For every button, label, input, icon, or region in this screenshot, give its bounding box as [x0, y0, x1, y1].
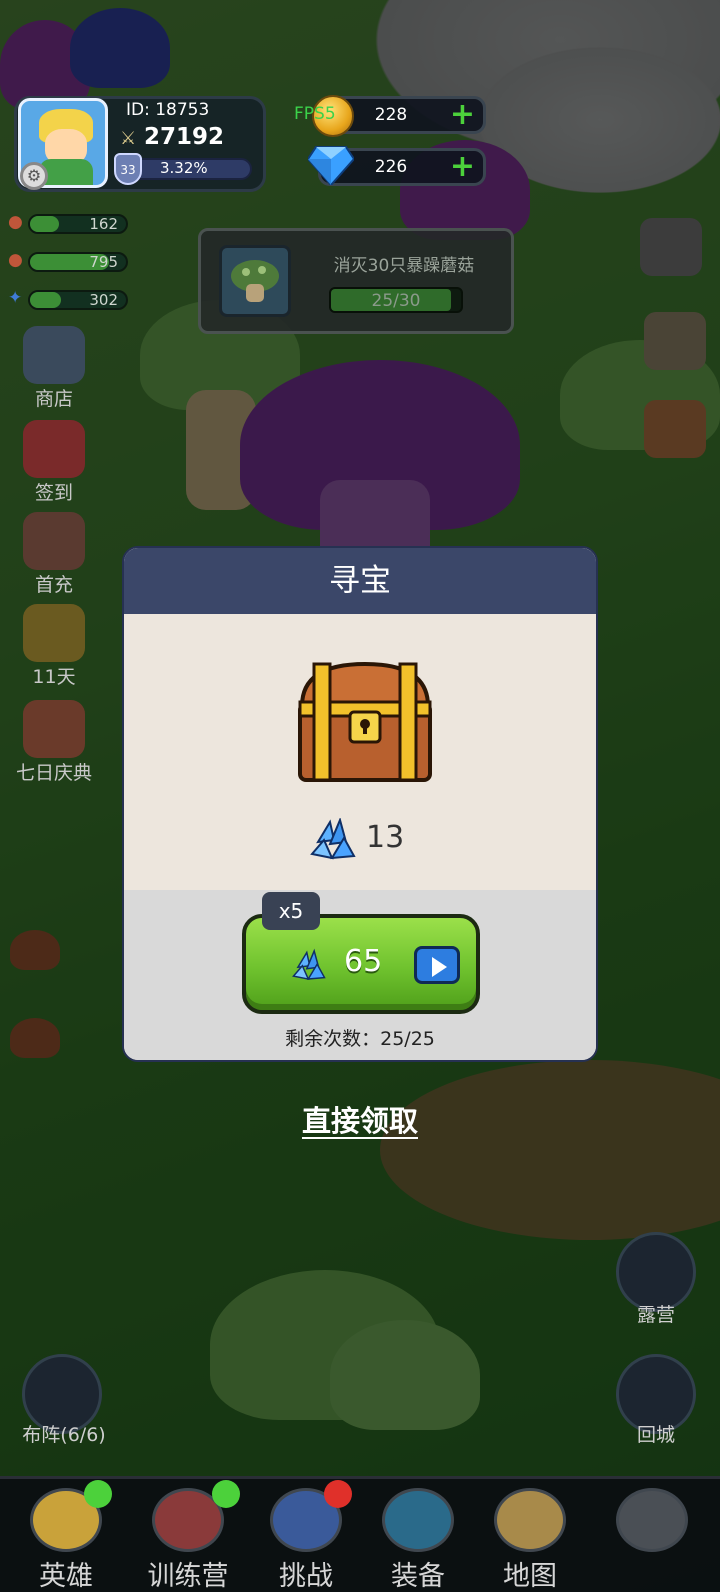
stat-value-3: 302 — [89, 291, 118, 309]
left-menu-label: 商店 — [34, 388, 73, 410]
left-menu-shop[interactable]: 商店 — [6, 326, 102, 411]
archer-icon — [23, 512, 85, 570]
quest-progress-value: 25/30 — [371, 291, 421, 311]
tab-hero[interactable]: 英雄 — [10, 1480, 122, 1592]
left-menu-label: 首充 — [34, 574, 73, 596]
tab-map[interactable]: 地图 — [474, 1488, 586, 1592]
stat-value-1: 162 — [89, 215, 118, 233]
crossed-swords-icon: ⚔ — [120, 128, 137, 149]
stat-fill — [30, 292, 61, 308]
exp-percent: 3.32% — [160, 159, 208, 177]
stat-bar-1: 162 — [28, 214, 128, 234]
player-id: ID: 18753 — [126, 100, 210, 120]
tab-label: 训练营 — [147, 1561, 229, 1592]
add-gems-button[interactable]: + — [450, 152, 475, 182]
upgrade-badge-icon — [84, 1480, 112, 1508]
button-amount: 65 — [344, 944, 383, 979]
left-menu-first-recharge[interactable]: 首充 — [6, 512, 102, 597]
level-badge: 33 — [114, 153, 142, 185]
meat-icon: ● — [8, 212, 23, 232]
crystal-icon: ✦ — [8, 288, 23, 308]
remaining-count: 剩余次数：25/25 — [285, 1028, 435, 1050]
stat-value-2: 795 — [89, 253, 118, 271]
wood-icon: ● — [8, 250, 23, 270]
settings-gear-icon[interactable]: ⚙ — [20, 162, 48, 190]
pot-icon — [382, 1488, 454, 1552]
tab-challenge[interactable]: 挑战 — [250, 1480, 362, 1592]
task-checklist-icon[interactable] — [640, 218, 702, 276]
quest-panel[interactable]: 消灭30只暴躁蘑菇 25/30 — [198, 228, 514, 334]
tab-locked[interactable] — [596, 1488, 708, 1592]
present-icon — [23, 700, 85, 758]
locked-icon — [616, 1488, 688, 1552]
tab-equipment[interactable]: 装备 — [362, 1488, 474, 1592]
treasure-chest-icon — [298, 661, 432, 782]
left-menu-label: 11天 — [32, 666, 76, 688]
stat-bar-2: 795 — [28, 252, 128, 272]
left-menu-11-days[interactable]: 11天 — [6, 604, 102, 689]
direct-claim-link[interactable]: 直接领取 — [270, 1098, 450, 1140]
fps-counter: FPS5 — [294, 104, 336, 124]
mushroom-quest-icon — [219, 245, 291, 317]
combat-power: 27192 — [144, 124, 225, 150]
gift-icon — [23, 420, 85, 478]
blue-crystal-icon — [310, 818, 356, 860]
quest-progress-bar: 25/30 — [329, 287, 463, 313]
video-play-icon — [414, 946, 460, 984]
add-gold-button[interactable]: + — [450, 100, 475, 130]
stat-bar-3: 302 — [28, 290, 128, 310]
tab-label: 地图 — [503, 1561, 557, 1592]
tab-label: 装备 — [391, 1561, 445, 1592]
left-menu-signin[interactable]: 签到 — [6, 420, 102, 505]
treasure-dialog: 寻宝 13 65 x5 剩余次数：25/25 — [122, 546, 598, 1062]
notification-dot — [324, 1480, 352, 1508]
left-menu-seven-day[interactable]: 七日庆典 — [6, 700, 102, 785]
reward-amount: 13 — [366, 820, 405, 855]
mail-icon[interactable] — [644, 312, 706, 370]
return-city-label: 回城 — [636, 1424, 675, 1446]
camp-label: 露营 — [636, 1304, 675, 1326]
map-icon — [494, 1488, 566, 1552]
left-menu-label: 签到 — [34, 482, 73, 504]
backpack-icon[interactable] — [644, 400, 706, 458]
diamond-icon — [308, 146, 354, 185]
dialog-title: 寻宝 — [124, 548, 596, 614]
multiplier-badge: x5 — [262, 892, 320, 930]
coupon-icon — [23, 604, 85, 662]
formation-label: 布阵(6/6) — [22, 1424, 106, 1446]
tab-label: 挑战 — [279, 1561, 333, 1592]
quest-text: 消灭30只暴躁蘑菇 — [333, 256, 475, 276]
left-menu-label: 七日庆典 — [15, 762, 92, 784]
tab-label: 英雄 — [39, 1561, 93, 1592]
upgrade-badge-icon — [212, 1480, 240, 1508]
blue-crystal-icon — [292, 948, 326, 981]
shop-icon — [23, 326, 85, 384]
tab-training[interactable]: 训练营 — [126, 1480, 250, 1592]
stat-fill — [30, 216, 59, 232]
